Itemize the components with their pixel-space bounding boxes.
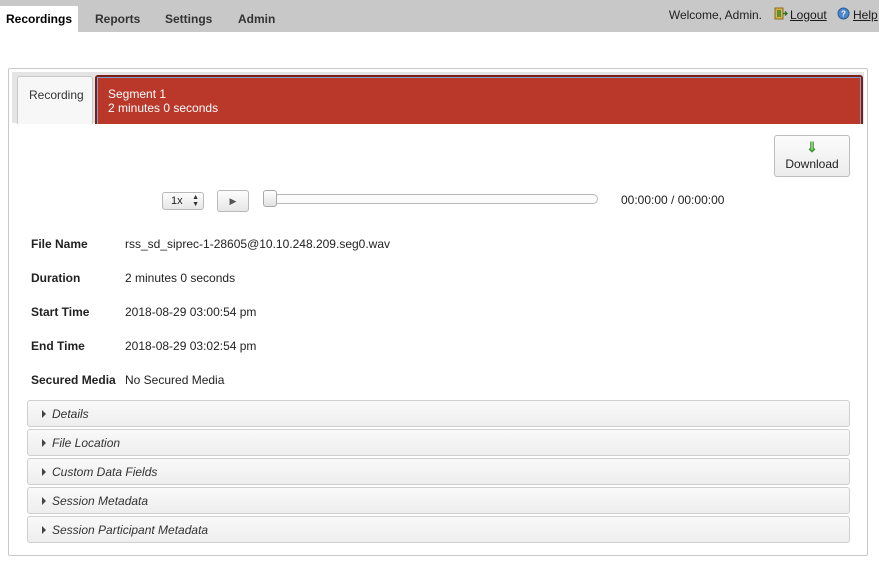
detail-value: 2018-08-29 03:02:54 pm: [125, 339, 257, 353]
download-arrow-icon: ⇓: [806, 139, 818, 155]
detail-label: File Name: [31, 237, 88, 251]
section-session-metadata[interactable]: Session Metadata: [27, 487, 850, 514]
recording-panel: Recording Segment 1 2 minutes 0 seconds …: [8, 68, 868, 556]
playback-speed-value: 1x: [171, 195, 183, 207]
section-title: Session Participant Metadata: [52, 523, 209, 537]
seek-bar[interactable]: [266, 194, 598, 204]
playback-time: 00:00:00 / 00:00:00: [621, 193, 725, 207]
expand-caret-icon: [42, 410, 46, 418]
tab-recording[interactable]: Recording: [17, 76, 93, 124]
play-icon: ▶: [229, 196, 237, 206]
section-details[interactable]: Details: [27, 400, 850, 427]
detail-label: Secured Media: [31, 373, 116, 387]
logout-link[interactable]: Logout: [790, 8, 827, 22]
detail-label: End Time: [31, 339, 85, 353]
segment-duration: 2 minutes 0 seconds: [108, 101, 219, 115]
detail-value: rss_sd_siprec-1-28605@10.10.248.209.seg0…: [125, 237, 391, 251]
detail-value: No Secured Media: [125, 373, 225, 387]
expand-caret-icon: [42, 439, 46, 447]
welcome-text: Welcome, Admin.: [668, 8, 762, 22]
detail-label: Start Time: [31, 305, 90, 319]
nav-tab-recordings[interactable]: Recordings: [0, 6, 79, 32]
help-link[interactable]: Help: [853, 8, 878, 22]
expand-caret-icon: [42, 526, 46, 534]
detail-value: 2018-08-29 03:00:54 pm: [125, 305, 257, 319]
detail-label: Duration: [31, 271, 81, 285]
section-title: File Location: [52, 436, 121, 450]
logout-icon[interactable]: [774, 7, 788, 20]
section-custom-data-fields[interactable]: Custom Data Fields: [27, 458, 850, 485]
play-button[interactable]: ▶: [217, 190, 249, 212]
svg-text:?: ?: [841, 10, 846, 19]
download-button[interactable]: ⇓ Download: [774, 135, 850, 177]
tab-segment-1[interactable]: Segment 1 2 minutes 0 seconds: [95, 75, 863, 124]
section-title: Session Metadata: [52, 494, 149, 508]
expand-caret-icon: [42, 497, 46, 505]
updown-arrows-icon: ▲ ▼: [192, 194, 199, 208]
section-title: Details: [52, 407, 89, 421]
seek-handle[interactable]: [263, 190, 277, 207]
segment-title: Segment 1: [108, 87, 167, 101]
tab-strip: Recording Segment 1 2 minutes 0 seconds: [12, 72, 864, 124]
nav-tab-reports[interactable]: Reports: [95, 6, 140, 32]
nav-tab-settings[interactable]: Settings: [165, 6, 212, 32]
download-label: Download: [785, 157, 839, 171]
top-nav-bar: Recordings Reports Settings Admin Welcom…: [0, 0, 879, 32]
detail-value: 2 minutes 0 seconds: [125, 271, 236, 285]
playback-speed-select[interactable]: 1x ▲ ▼: [162, 192, 204, 210]
section-session-participant-metadata[interactable]: Session Participant Metadata: [27, 516, 850, 543]
section-title: Custom Data Fields: [52, 465, 158, 479]
section-file-location[interactable]: File Location: [27, 429, 850, 456]
nav-tab-admin[interactable]: Admin: [238, 6, 275, 32]
help-icon[interactable]: ?: [837, 7, 851, 20]
expand-caret-icon: [42, 468, 46, 476]
